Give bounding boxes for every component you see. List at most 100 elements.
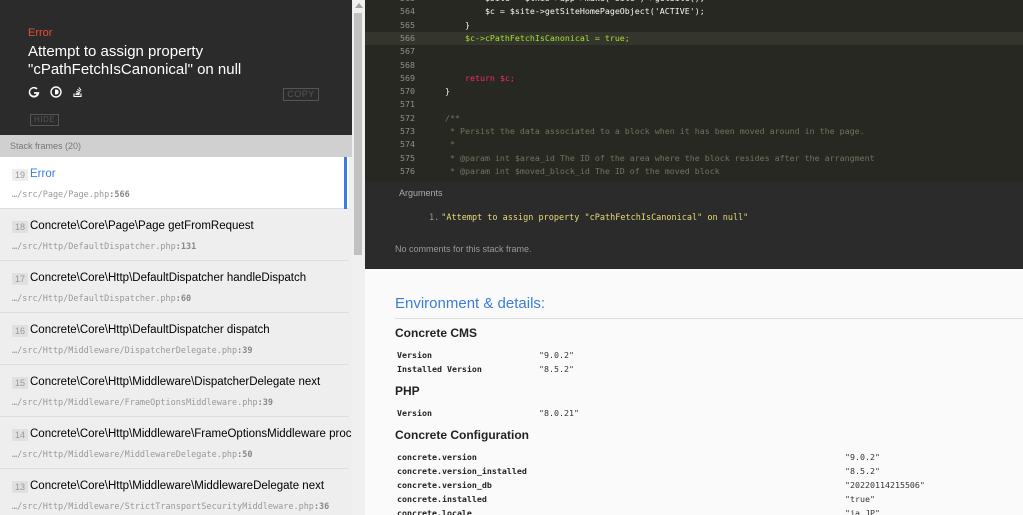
code-text: * @param int $area_id The ID of the area… [425, 152, 875, 163]
details-panel: 563 $site = $this->app->make('site')->ge… [365, 0, 1023, 515]
hide-button[interactable]: HIDE [30, 114, 59, 126]
code-text: * [425, 139, 455, 150]
frame-line: :131 [175, 242, 197, 252]
frame-number: 17 [12, 273, 29, 285]
frame-path: …/src/Http/Middleware/DispatcherDelegate… [12, 346, 253, 356]
line-number: 566 [400, 32, 415, 43]
scroll-up-arrow-icon[interactable] [355, 3, 363, 8]
frame-file: …/src/Http/Middleware/MiddlewareDelegate… [12, 450, 238, 460]
env-value: "20220114215506" [845, 480, 925, 490]
scrollbar-thumb[interactable] [354, 13, 362, 255]
env-value: "9.0.2" [539, 350, 574, 360]
code-line: 571 [365, 98, 1023, 111]
env-value: "8.0.21" [539, 408, 579, 418]
error-label: Error [28, 27, 53, 39]
code-line: 572 /** [365, 112, 1023, 125]
frame-title: Concrete\Core\Http\Middleware\Middleware… [30, 480, 325, 492]
active-frame-indicator [344, 157, 347, 210]
env-value: "ja_JP" [845, 508, 880, 515]
line-number: 576 [400, 165, 415, 176]
frame-file: …/src/Http/Middleware/StrictTransportSec… [12, 502, 314, 512]
stack-frame[interactable]: 14 Concrete\Core\Http\Middleware\FrameOpt… [0, 417, 352, 469]
error-message: Attempt to assign property "cPathFetchIs… [28, 43, 242, 78]
stack-frame[interactable]: 17 Concrete\Core\Http\DefaultDispatcher h… [0, 261, 349, 313]
line-number: 574 [400, 139, 415, 150]
frame-file: …/src/Page/Page.php [12, 190, 110, 200]
code-line: 565 } [365, 19, 1023, 32]
env-key: concrete.locale [397, 508, 472, 515]
frame-file: …/src/Http/Middleware/FrameOptionsMiddle… [12, 398, 258, 408]
line-number: 563 [379, 0, 415, 5]
line-number: 575 [400, 152, 415, 163]
frame-title: Error [30, 168, 56, 180]
line-number: 568 [400, 59, 415, 70]
error-header: Error Attempt to assign property "cPathF… [0, 0, 352, 135]
env-key: concrete.version_db [397, 480, 492, 490]
env-key: concrete.installed [397, 494, 487, 504]
frame-file: …/src/Http/DefaultDispatcher.php [12, 294, 176, 304]
frame-number: 14 [12, 429, 29, 441]
frame-line: :36 [313, 502, 330, 512]
argument-value: "Attempt to assign property "cPathFetchI… [441, 213, 749, 223]
frame-number: 16 [12, 325, 29, 337]
frame-title: Concrete\Core\Http\Middleware\Dispatcher… [30, 376, 321, 388]
env-section-title: Concrete Configuration [395, 428, 529, 442]
frame-number: 15 [12, 377, 29, 389]
duckduckgo-icon[interactable] [50, 86, 62, 98]
env-key: concrete.version [397, 452, 477, 462]
copy-button[interactable]: COPY [283, 88, 319, 101]
frame-path: …/src/Http/DefaultDispatcher.php:60 [12, 294, 191, 304]
line-number: 572 [400, 112, 415, 123]
argument-item: 1. "Attempt to assign property "cPathFetc… [429, 213, 748, 223]
frame-number: 19 [12, 169, 29, 181]
code-text: * Persist the data associated to a block… [425, 126, 865, 136]
code-line: 575 * @param int $area_id The ID of the … [365, 152, 1023, 165]
stack-frames-list: 19 Error …/src/Page/Page.php:566 18 Concrete… [0, 157, 352, 515]
frame-title: Concrete\Core\Http\DefaultDispatcher dis… [30, 324, 270, 336]
stack-frame[interactable]: 18 Concrete\Core\Page\Page getFromRequest… [0, 209, 349, 261]
code-line: 569 return $c; [365, 72, 1023, 85]
env-key: Version [397, 408, 432, 418]
frame-path: …/src/Http/Middleware/StrictTransportSec… [12, 502, 329, 512]
code-text: * @param int $moved_block_id The ID of t… [425, 165, 720, 176]
line-number: 567 [400, 46, 415, 57]
env-key: Version [397, 350, 432, 360]
stackoverflow-icon[interactable] [72, 86, 84, 98]
arguments-panel: Arguments 1. "Attempt to assign property … [365, 181, 1023, 269]
left-scrollbar[interactable] [352, 0, 365, 515]
env-value: "9.0.2" [845, 452, 880, 462]
arguments-title: Arguments [399, 188, 443, 198]
stack-frames-header: Stack frames (20) [0, 135, 352, 157]
code-line: 568 [365, 59, 1023, 72]
no-comments-text: No comments for this stack frame. [395, 244, 532, 254]
env-key: Installed Version [397, 364, 482, 374]
env-section-title: PHP [395, 384, 420, 398]
env-value: "8.5.2" [845, 466, 880, 476]
line-number: 570 [400, 86, 415, 97]
env-key: concrete.version_installed [397, 466, 527, 476]
code-text: } [425, 19, 470, 30]
frame-number: 18 [12, 221, 29, 233]
environment-title: Environment & details: [395, 295, 546, 312]
stack-frame[interactable]: 15 Concrete\Core\Http\Middleware\Dispatch… [0, 365, 349, 417]
line-number: 564 [400, 6, 415, 17]
frame-line: :39 [257, 398, 273, 408]
code-line: 573 * Persist the data associated to a b… [365, 125, 1023, 138]
frame-line: :50 [237, 450, 253, 460]
google-icon[interactable] [28, 86, 40, 98]
stack-panel: Error Attempt to assign property "cPathF… [0, 0, 352, 515]
code-line: 570 } [365, 85, 1023, 98]
code-text: $site = $this->app->make('site')->getSit… [425, 0, 705, 5]
environment-details: Environment & details: Concrete CMS Versi… [365, 269, 1023, 515]
frame-file: …/src/Http/DefaultDispatcher.php [12, 242, 176, 252]
code-text: /** [425, 112, 460, 123]
frame-line: :566 [109, 190, 130, 200]
env-section-title: Concrete CMS [395, 326, 478, 340]
stack-frame[interactable]: 13 Concrete\Core\Http\Middleware\Middlewa… [0, 469, 349, 515]
stack-frame[interactable]: 19 Error …/src/Page/Page.php:566 [0, 157, 349, 210]
search-links [28, 86, 84, 98]
env-value: "true" [845, 494, 875, 504]
stack-frame[interactable]: 16 Concrete\Core\Http\DefaultDispatcher d… [0, 313, 349, 365]
frame-line: :60 [175, 294, 192, 304]
frame-path: …/src/Page/Page.php:566 [12, 190, 130, 200]
